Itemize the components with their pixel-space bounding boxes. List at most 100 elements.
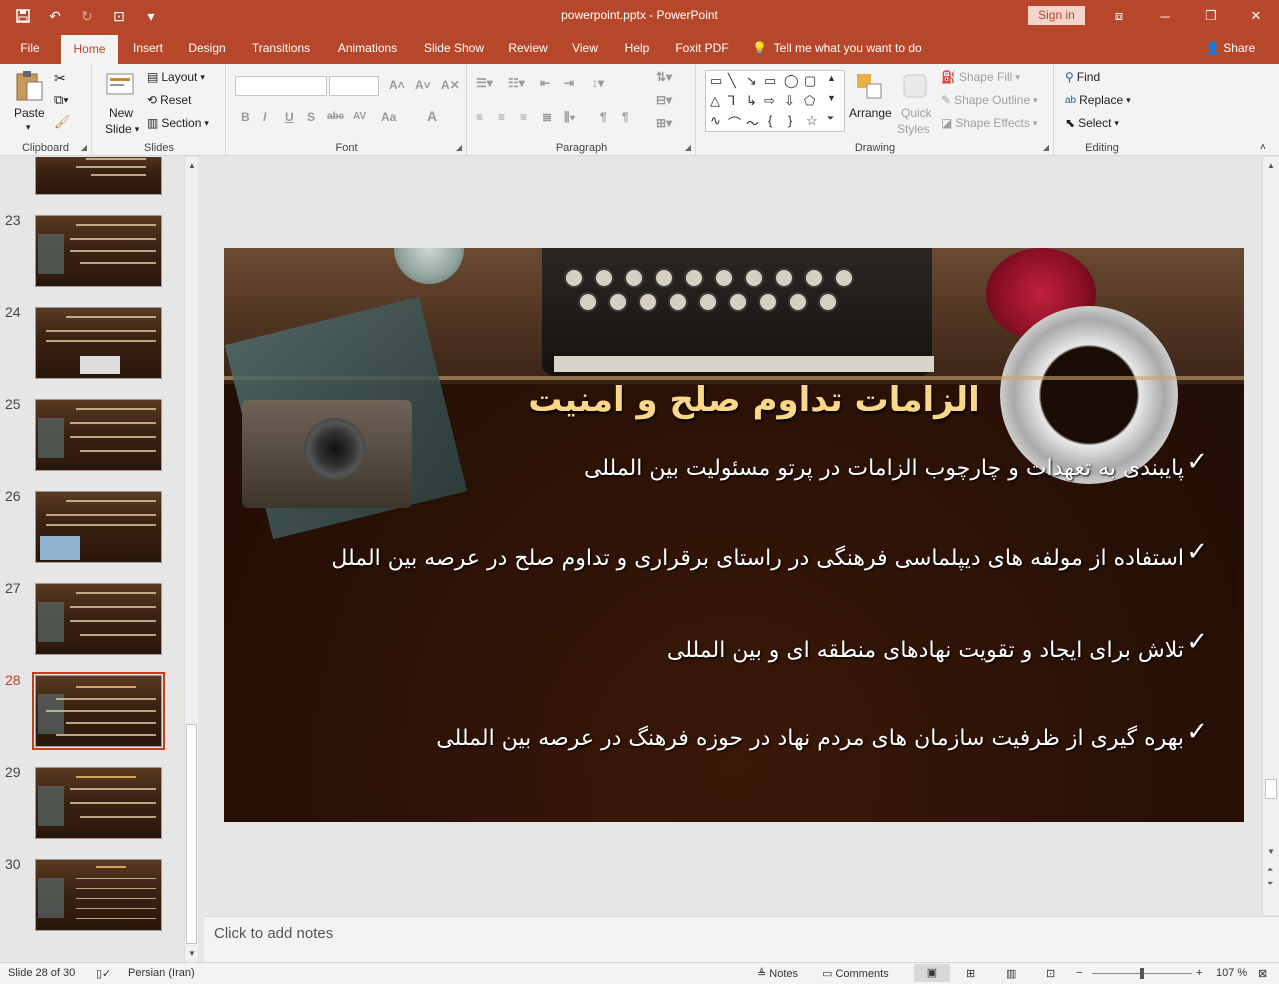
columns-icon[interactable]: ⫼▾ bbox=[564, 110, 575, 125]
gallery-scroll-down-icon[interactable]: ▼ bbox=[827, 93, 836, 103]
rectangle-shape-icon[interactable]: ▭ bbox=[764, 73, 776, 89]
notes-placeholder[interactable]: Click to add notes bbox=[214, 925, 333, 942]
scroll-up-icon[interactable]: ▲ bbox=[188, 161, 196, 170]
slide-thumbnail[interactable] bbox=[35, 215, 162, 287]
slide-sorter-icon[interactable]: ⊞ bbox=[966, 967, 975, 980]
font-family-combo[interactable] bbox=[235, 76, 327, 96]
clipboard-launcher-icon[interactable]: ◢ bbox=[81, 143, 87, 152]
decrease-font-icon[interactable]: A˅ bbox=[415, 78, 431, 92]
reset-button[interactable]: ⟲ Reset bbox=[147, 93, 191, 107]
textbox-shape-icon[interactable]: ▭ bbox=[710, 73, 722, 89]
format-painter-icon[interactable]: 🖌 bbox=[54, 114, 71, 130]
font-launcher-icon[interactable]: ◢ bbox=[456, 143, 462, 152]
find-button[interactable]: ⚲ Find bbox=[1065, 70, 1100, 84]
thumbnail-scrollbar[interactable]: ▲ ▼ bbox=[184, 157, 198, 962]
layout-button[interactable]: ▤ Layout ▾ bbox=[147, 70, 205, 84]
italic-button[interactable]: I bbox=[263, 110, 266, 124]
gallery-more-icon[interactable]: ⏷ bbox=[827, 113, 834, 124]
down-arrow-shape-icon[interactable]: ⇩ bbox=[784, 93, 795, 109]
reading-view-icon[interactable]: ▥ bbox=[1006, 967, 1016, 980]
slide-bullet[interactable]: بهره گیری از ظرفیت سازمان های مردم نهاد … bbox=[436, 726, 1184, 751]
slide-thumbnail[interactable] bbox=[35, 157, 162, 195]
scrollbar-thumb[interactable] bbox=[186, 724, 197, 944]
shape-outline-button[interactable]: ✎ Shape Outline ▾ bbox=[941, 93, 1038, 107]
collapse-ribbon-icon[interactable]: ˄ bbox=[1260, 142, 1266, 153]
slide-thumbnail-active[interactable] bbox=[35, 675, 162, 747]
quick-styles-label-2[interactable]: Styles bbox=[897, 122, 930, 136]
fit-to-window-icon[interactable]: ⊠ bbox=[1258, 967, 1267, 980]
scroll-down-icon[interactable]: ▼ bbox=[1267, 847, 1275, 856]
star-shape-icon[interactable]: ☆ bbox=[806, 113, 818, 129]
notes-toggle-button[interactable]: ≜ Notes bbox=[757, 967, 798, 980]
align-right-icon[interactable]: ≡ bbox=[520, 110, 527, 124]
font-size-combo[interactable] bbox=[329, 76, 379, 96]
quick-styles-label-1[interactable]: Quick bbox=[901, 106, 932, 120]
rounded-rect-shape-icon[interactable]: ▢ bbox=[804, 73, 816, 89]
numbering-icon[interactable]: ☷▾ bbox=[508, 76, 525, 90]
slide-thumbnail[interactable] bbox=[35, 767, 162, 839]
slide-thumbnail[interactable] bbox=[35, 307, 162, 379]
normal-view-icon[interactable]: ▣ bbox=[914, 964, 950, 982]
paste-button[interactable]: Paste bbox=[14, 106, 45, 120]
slide-canvas[interactable]: الزامات تداوم صلح و امنیت ✓ پایبندی به ت… bbox=[224, 248, 1244, 822]
align-center-icon[interactable]: ≡ bbox=[498, 110, 505, 124]
tell-me-search[interactable]: 💡 Tell me what you want to do bbox=[752, 32, 922, 64]
shape-effects-button[interactable]: ◪ Shape Effects ▾ bbox=[941, 116, 1037, 130]
tab-file[interactable]: File bbox=[12, 32, 48, 64]
tab-home[interactable]: Home bbox=[61, 35, 118, 64]
minimize-icon[interactable]: ─ bbox=[1142, 0, 1188, 32]
editor-scrollbar[interactable]: ▲ ▼ ⏶ ⏷ bbox=[1262, 157, 1279, 915]
left-brace-shape-icon[interactable]: { bbox=[768, 113, 772, 128]
language-indicator[interactable]: Persian (Iran) bbox=[128, 967, 195, 979]
tab-help[interactable]: Help bbox=[618, 32, 656, 64]
new-slide-label-1[interactable]: New bbox=[109, 106, 133, 120]
slide-thumbnail[interactable] bbox=[35, 399, 162, 471]
slide-bullet[interactable]: استفاده از مولفه های دیپلماسی فرهنگی در … bbox=[331, 546, 1184, 571]
copy-icon[interactable]: ⧉▾ bbox=[54, 92, 69, 108]
zoom-in-icon[interactable]: + bbox=[1196, 967, 1202, 979]
shapes-gallery[interactable]: ▭ ╲ ↘ ▭ ◯ ▢ △ ⅂ ↳ ⇨ ⇩ ⬠ ∿ ⌒ 〜 { } ☆ ▲ ▼ … bbox=[705, 70, 845, 132]
clear-format-icon[interactable]: A✕ bbox=[441, 78, 460, 92]
zoom-out-icon[interactable]: − bbox=[1076, 967, 1082, 979]
right-arrow-shape-icon[interactable]: ⇨ bbox=[764, 93, 775, 109]
tab-transitions[interactable]: Transitions bbox=[246, 32, 316, 64]
justify-icon[interactable]: ≣ bbox=[542, 110, 552, 124]
paragraph-launcher-icon[interactable]: ◢ bbox=[685, 143, 691, 152]
bold-button[interactable]: B bbox=[241, 110, 250, 124]
ltr-icon[interactable]: ¶ bbox=[622, 110, 629, 124]
arrange-icon[interactable] bbox=[855, 72, 885, 102]
strikethrough-button[interactable]: abc bbox=[327, 111, 344, 122]
slide-bullet[interactable]: تلاش برای ایجاد و تقویت نهادهای منطقه ای… bbox=[667, 638, 1184, 663]
elbow-shape-icon[interactable]: ⅂ bbox=[728, 93, 735, 109]
new-slide-label-2[interactable]: Slide ▾ bbox=[105, 122, 139, 136]
arc-shape-icon[interactable]: ⌒ bbox=[728, 113, 741, 132]
elbow-arrow-shape-icon[interactable]: ↳ bbox=[746, 93, 757, 109]
section-button[interactable]: ▥ Section ▾ bbox=[147, 116, 209, 130]
quick-styles-icon[interactable] bbox=[901, 72, 931, 102]
align-text-icon[interactable]: ⊟▾ bbox=[656, 93, 672, 107]
shape-fill-button[interactable]: ⛽ Shape Fill ▾ bbox=[941, 70, 1020, 84]
font-color-button[interactable]: A bbox=[427, 108, 437, 124]
new-slide-icon[interactable] bbox=[105, 70, 135, 100]
select-button[interactable]: ⬉ Select ▾ bbox=[1065, 116, 1119, 130]
paste-dropdown-icon[interactable]: ▾ bbox=[26, 122, 31, 133]
right-brace-shape-icon[interactable]: } bbox=[788, 113, 792, 128]
close-icon[interactable]: ✕ bbox=[1233, 0, 1279, 32]
notes-pane[interactable]: Click to add notes bbox=[204, 916, 1279, 962]
char-spacing-button[interactable]: AV bbox=[353, 111, 366, 122]
scroll-up-icon[interactable]: ▲ bbox=[1267, 161, 1275, 170]
ribbon-display-icon[interactable]: ⧈ bbox=[1096, 0, 1142, 32]
slide-thumbnail[interactable] bbox=[35, 859, 162, 931]
line-shape-icon[interactable]: ╲ bbox=[728, 73, 736, 89]
zoom-level[interactable]: 107 % bbox=[1216, 967, 1247, 979]
curve-shape-icon[interactable]: ∿ bbox=[710, 113, 721, 129]
restore-icon[interactable]: ❐ bbox=[1188, 0, 1234, 32]
tab-view[interactable]: View bbox=[566, 32, 604, 64]
slide-thumbnail[interactable] bbox=[35, 583, 162, 655]
slide-bullet[interactable]: پایبندی به تعهدات و چارچوب الزامات در پر… bbox=[584, 456, 1184, 481]
change-case-button[interactable]: Aa bbox=[381, 110, 396, 124]
increase-indent-icon[interactable]: ⇥ bbox=[564, 76, 574, 90]
cut-icon[interactable]: ✂ bbox=[54, 70, 66, 87]
text-direction-icon[interactable]: ⇅▾ bbox=[656, 70, 672, 84]
tab-design[interactable]: Design bbox=[182, 32, 232, 64]
